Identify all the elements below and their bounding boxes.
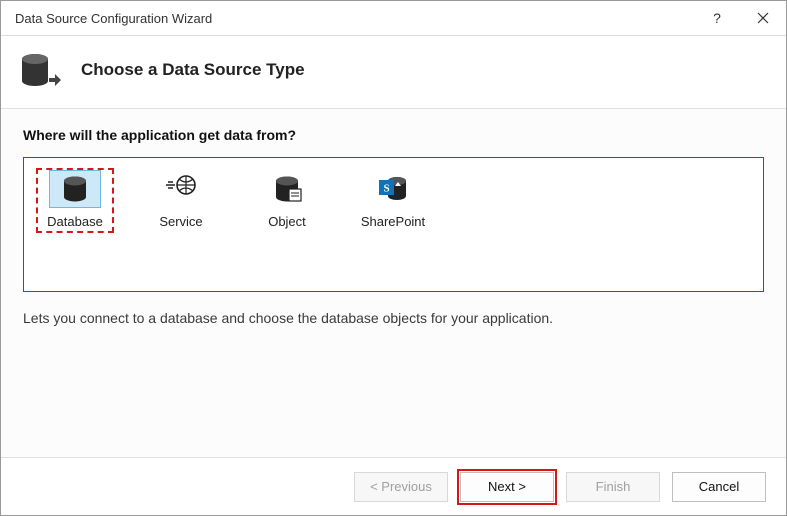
wizard-footer: < Previous Next > Finish Cancel <box>1 457 786 515</box>
option-label: SharePoint <box>361 214 425 229</box>
option-service[interactable]: Service <box>142 168 220 233</box>
previous-button: < Previous <box>354 472 448 502</box>
close-icon <box>757 12 769 24</box>
close-button[interactable] <box>740 1 786 36</box>
option-label: Object <box>268 214 306 229</box>
sharepoint-icon: S <box>377 174 409 204</box>
svg-text:S: S <box>383 183 389 195</box>
help-button[interactable]: ? <box>694 1 740 36</box>
finish-button: Finish <box>566 472 660 502</box>
object-icon <box>272 174 302 204</box>
header-database-icon <box>19 50 59 90</box>
wizard-window: Data Source Configuration Wizard ? Choos… <box>0 0 787 516</box>
data-source-options: Database Service <box>23 157 764 292</box>
wizard-step-title: Choose a Data Source Type <box>81 60 305 80</box>
option-label: Service <box>159 214 202 229</box>
next-button[interactable]: Next > <box>460 472 554 502</box>
wizard-header: Choose a Data Source Type <box>1 36 786 109</box>
service-icon <box>164 174 198 204</box>
option-label: Database <box>47 214 103 229</box>
window-title: Data Source Configuration Wizard <box>15 11 694 26</box>
icon-frame <box>261 170 313 208</box>
icon-frame <box>49 170 101 208</box>
icon-frame: S <box>367 170 419 208</box>
option-database[interactable]: Database <box>36 168 114 233</box>
prompt-text: Where will the application get data from… <box>23 127 764 143</box>
cancel-button[interactable]: Cancel <box>672 472 766 502</box>
icon-frame <box>155 170 207 208</box>
option-description: Lets you connect to a database and choos… <box>23 310 764 326</box>
wizard-content: Where will the application get data from… <box>1 109 786 457</box>
option-object[interactable]: Object <box>248 168 326 233</box>
option-sharepoint[interactable]: S SharePoint <box>354 168 432 233</box>
titlebar: Data Source Configuration Wizard ? <box>1 1 786 36</box>
database-icon <box>60 174 90 204</box>
